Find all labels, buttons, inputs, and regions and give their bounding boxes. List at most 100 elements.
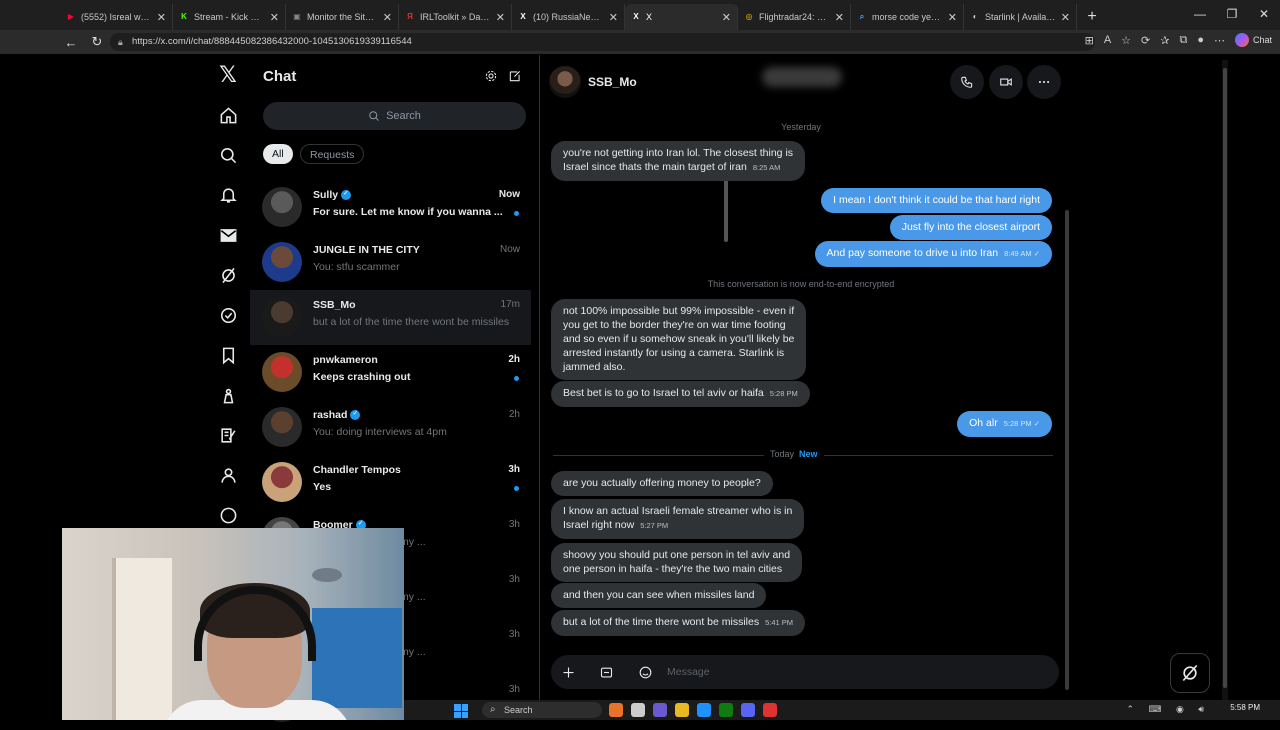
browser-tab[interactable]: ◐ Starlink | Availability ✕ xyxy=(964,4,1077,30)
grok-icon[interactable] xyxy=(214,261,242,289)
page-scroll-thumb[interactable] xyxy=(1223,68,1227,688)
browser-tab[interactable]: Я IRLToolkit » Dashbo ✕ xyxy=(399,4,512,30)
incoming-message[interactable]: I know an actual Israeli female streamer… xyxy=(551,499,805,539)
browser-tab-bar: ▶ (5552) Isreal war fo ✕ K Stream - Kick Das… xyxy=(0,0,1280,30)
bookmarks-icon[interactable] xyxy=(214,341,242,369)
new-message-icon[interactable] xyxy=(508,69,524,85)
outgoing-message[interactable]: Just fly into the closest airport xyxy=(889,215,1052,240)
incoming-message[interactable]: and then you can see when missiles land xyxy=(551,583,767,608)
page-scrollbar[interactable] xyxy=(1222,60,1228,700)
restore-icon[interactable]: ❐ xyxy=(1216,0,1248,30)
conversation-item[interactable]: pnwkameron 2h Keeps crashing out xyxy=(250,345,531,400)
message-line: one person in haifa - they're the two ma… xyxy=(563,563,783,575)
x-logo-icon[interactable]: 𝕏 xyxy=(214,61,242,89)
chat-settings-gear-icon[interactable] xyxy=(484,69,500,85)
new-tab-icon[interactable]: + xyxy=(1077,4,1107,30)
tab-close-icon[interactable]: ✕ xyxy=(157,11,166,24)
browser-tab[interactable]: ▣ Monitor the Situatio ✕ xyxy=(286,4,399,30)
incoming-message[interactable]: you're not getting into Iran lol. The cl… xyxy=(551,141,806,181)
profile-icon[interactable] xyxy=(214,461,242,489)
emoji-button[interactable] xyxy=(634,661,656,683)
incoming-message[interactable]: shoovy you should put one person in tel … xyxy=(551,543,803,582)
conversation-scrollbar[interactable] xyxy=(1065,210,1069,690)
profile-avatar-icon[interactable]: ● xyxy=(1197,34,1204,46)
message-timestamp: 5:28 PM ✓ xyxy=(1003,419,1040,428)
message-input[interactable] xyxy=(667,663,1027,681)
windows-start-icon[interactable] xyxy=(454,704,468,718)
browser-tab[interactable]: ⌕ morse code yes - Se ✕ xyxy=(851,4,964,30)
browser-tab[interactable]: ◎ Flightradar24: Live F ✕ xyxy=(738,4,851,30)
minimize-icon[interactable]: — xyxy=(1184,0,1216,30)
incoming-message[interactable]: but a lot of the time there wont be miss… xyxy=(551,610,806,636)
collections-icon[interactable]: ⧉ xyxy=(1179,34,1187,47)
tab-close-icon[interactable]: ✕ xyxy=(609,11,618,24)
articles-compose-icon[interactable] xyxy=(214,421,242,449)
conversation-name: JUNGLE IN THE CITY xyxy=(313,244,420,256)
outgoing-message[interactable]: Oh alr 5:28 PM ✓ xyxy=(957,411,1052,437)
jobs-icon[interactable] xyxy=(214,381,242,409)
gif-button[interactable] xyxy=(595,661,617,683)
tab-title: IRLToolkit » Dashbo xyxy=(420,12,492,22)
taskbar-app-icon[interactable] xyxy=(609,703,623,717)
tab-close-icon[interactable]: ✕ xyxy=(270,11,279,24)
read-aloud-icon[interactable]: A xyxy=(1104,34,1111,46)
video-call-button[interactable] xyxy=(989,65,1023,99)
browser-tab[interactable]: X (10) RussiaNews ru ✕ xyxy=(512,4,625,30)
lock-icon: 🔒︎ xyxy=(118,37,123,47)
conversation-item[interactable]: Sully Now For sure. Let me know if you wan… xyxy=(250,180,531,235)
contact-avatar[interactable] xyxy=(549,66,581,98)
url-field[interactable]: 🔒︎ https://x.com/i/chat/8884450823864320… xyxy=(110,33,1095,51)
tab-close-icon[interactable]: ✕ xyxy=(383,11,392,24)
outgoing-message[interactable]: And pay someone to drive u into Iran 8:49… xyxy=(814,241,1052,267)
explore-search-icon[interactable] xyxy=(214,141,242,169)
taskbar-app-icon[interactable] xyxy=(653,703,667,717)
back-icon[interactable]: ← xyxy=(58,35,84,50)
filter-requests-tab[interactable]: Requests xyxy=(300,144,365,164)
notifications-bell-icon[interactable] xyxy=(214,181,242,209)
refresh-extension-icon[interactable]: ⟳ xyxy=(1141,34,1150,47)
incoming-message[interactable]: not 100% impossible but 99% impossible -… xyxy=(551,299,807,380)
taskbar-edge-icon[interactable] xyxy=(697,703,711,717)
copilot-button[interactable]: Chat xyxy=(1234,33,1272,47)
grok-floating-button[interactable] xyxy=(1170,653,1210,693)
incoming-message[interactable]: Best bet is to go to Israel to tel aviv … xyxy=(551,381,810,407)
filter-all-tab[interactable]: All xyxy=(263,144,293,164)
voice-call-button[interactable] xyxy=(950,65,984,99)
tab-close-icon[interactable]: ✕ xyxy=(835,11,844,24)
more-icon[interactable]: ⋯ xyxy=(1214,34,1225,47)
browser-tab[interactable]: ▶ (5552) Isreal war fo ✕ xyxy=(60,4,173,30)
tab-close-icon[interactable]: ✕ xyxy=(722,11,731,24)
conversation-item[interactable]: JUNGLE IN THE CITY Now You: stfu scammer xyxy=(250,235,531,290)
messages-envelope-icon[interactable] xyxy=(214,221,242,249)
taskbar-search[interactable]: Search xyxy=(482,702,602,718)
browser-tab[interactable]: K Stream - Kick Dashb ✕ xyxy=(173,4,286,30)
tab-close-icon[interactable]: ✕ xyxy=(1061,11,1070,24)
taskbar-app-icon[interactable] xyxy=(763,703,777,717)
browser-tab[interactable]: X X ✕ xyxy=(625,4,738,30)
attach-plus-button[interactable] xyxy=(557,661,579,683)
more-options-icon[interactable] xyxy=(214,501,242,529)
incoming-message[interactable]: are you actually offering money to peopl… xyxy=(551,471,773,496)
taskbar-app-icon[interactable] xyxy=(631,703,645,717)
favorite-star-icon[interactable]: ☆ xyxy=(1121,34,1131,47)
home-icon[interactable] xyxy=(214,101,242,129)
conversation-more-button[interactable] xyxy=(1027,65,1061,99)
taskbar-xbox-icon[interactable] xyxy=(719,703,733,717)
unread-indicator xyxy=(514,376,519,381)
chat-search-input[interactable]: Search xyxy=(263,102,526,130)
outgoing-message[interactable]: I mean I don't think it could be that ha… xyxy=(821,188,1052,213)
tab-close-icon[interactable]: ✕ xyxy=(496,11,505,24)
unread-indicator xyxy=(514,211,519,216)
reload-icon[interactable]: ↻ xyxy=(84,34,110,50)
reader-icon[interactable]: ⊞ xyxy=(1085,34,1094,47)
tab-close-icon[interactable]: ✕ xyxy=(948,11,957,24)
conversation-item[interactable]: SSB_Mo 17m but a lot of the time there won… xyxy=(250,290,531,345)
taskbar-folder-icon[interactable] xyxy=(675,703,689,717)
favorites-icon[interactable]: ✰ xyxy=(1160,34,1169,47)
close-window-icon[interactable]: ✕ xyxy=(1248,0,1280,30)
taskbar-discord-icon[interactable] xyxy=(741,703,755,717)
conversation-item[interactable]: rashad 2h You: doing interviews at 4pm xyxy=(250,400,531,455)
premium-check-icon[interactable] xyxy=(214,301,242,329)
contact-name[interactable]: SSB_Mo xyxy=(588,75,637,89)
conversation-item[interactable]: Chandler Tempos 3h Yes xyxy=(250,455,531,510)
